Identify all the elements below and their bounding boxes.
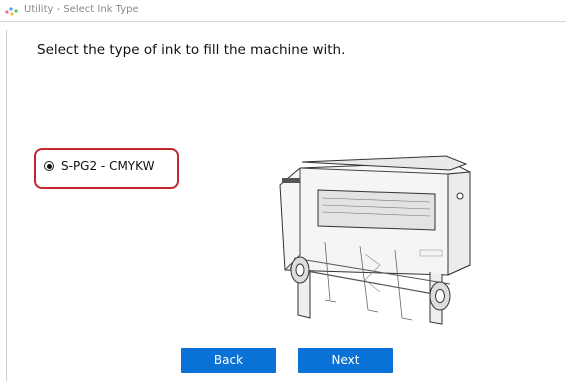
utility-window: Utility - Select Ink Type Select the typ… xyxy=(0,0,566,381)
content-divider xyxy=(6,30,7,381)
ink-option-s-pg2-cmykw[interactable]: S-PG2 - CMYKW xyxy=(44,159,154,173)
radio-selected-dot xyxy=(46,163,52,169)
radio-button[interactable] xyxy=(44,161,54,171)
printer-illustration xyxy=(279,155,471,325)
back-button[interactable]: Back xyxy=(181,348,276,373)
instruction-text: Select the type of ink to fill the machi… xyxy=(37,42,346,58)
utility-app-icon xyxy=(5,7,18,16)
title-bar: Utility - Select Ink Type xyxy=(0,0,566,22)
ink-type-radio-group: S-PG2 - CMYKW xyxy=(34,148,179,189)
window-title: Utility - Select Ink Type xyxy=(24,4,139,15)
ink-option-label: S-PG2 - CMYKW xyxy=(61,159,155,173)
next-button[interactable]: Next xyxy=(298,348,393,373)
